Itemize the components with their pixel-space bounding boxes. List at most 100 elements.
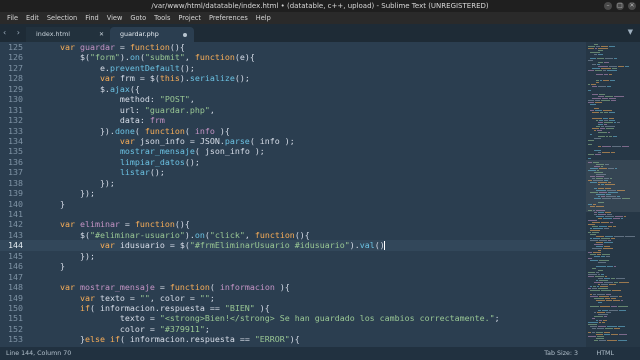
minimap-stroke [594,108,599,109]
minimap-stroke [592,128,599,129]
code-line[interactable]: 149 var texto = "", color = ""; [0,293,586,303]
code-token: var [40,219,80,230]
code-line[interactable]: 142 var eliminar = function(){ [0,219,586,229]
close-window-button[interactable]: ✕ [628,2,636,10]
code-token: preventDefault [109,62,180,73]
minimap-stroke [603,248,613,249]
code-line[interactable]: 146 } [0,261,586,271]
minimap-stroke [598,196,600,197]
line-number: 133 [8,125,23,136]
code-text: var guardar = function(){ [40,42,185,52]
minimap-stroke [598,218,602,219]
code-line[interactable]: 132 data: frm [0,115,586,125]
code-text: }).done( function( info ){ [40,126,230,136]
code-line[interactable]: 145 }); [0,251,586,261]
code-line[interactable]: 150 if( informacion.respuesta == "BIEN" … [0,303,586,313]
menu-edit[interactable]: Edit [22,12,43,24]
code-line[interactable]: 129 $.ajax({ [0,84,586,94]
minimap-stroke [596,178,603,179]
tab-list-dropdown-icon[interactable]: ▼ [628,28,633,36]
minimap-stroke [588,140,594,141]
code-line[interactable]: 126 $("form").on("submit", function(e){ [0,52,586,62]
syntax-selector[interactable]: HTML [596,347,614,360]
code-line[interactable]: 133 }).done( function( info ){ [0,126,586,136]
code-line[interactable]: 131 url: "guardar.php", [0,105,586,115]
tab-index-html[interactable]: index.html ✕ [26,27,110,42]
tab-guardar-php[interactable]: guardar.php [110,27,194,42]
minimap-stroke [604,228,609,229]
minimap-stroke [599,320,602,321]
code-line[interactable]: 143 $("#eliminar-usuario").on("click", f… [0,230,586,240]
minimap-stroke [612,198,621,199]
minimap[interactable] [586,42,640,347]
code-line[interactable]: 151 texto = "<strong>Bien!</strong> Se h… [0,313,586,323]
code-line[interactable]: 134 var json_info = JSON.parse( info ); [0,136,586,146]
minimap-stroke [614,236,624,237]
unsaved-dot-icon[interactable] [183,33,187,37]
code-token: val [359,240,375,251]
minimap-stroke [615,216,623,217]
code-line[interactable]: 141 [0,209,586,219]
line-number: 130 [8,94,23,105]
menu-find[interactable]: Find [81,12,103,24]
menu-preferences[interactable]: Preferences [205,12,252,24]
code-line[interactable]: 139 }); [0,188,586,198]
menu-goto[interactable]: Goto [126,12,150,24]
code-token: var [40,42,80,52]
minimap-stroke [597,170,599,171]
minimap-stroke [588,162,592,163]
code-token: "ERROR" [254,334,290,345]
code-token: mostrar_mensaje [119,146,195,157]
code-line[interactable]: 138 }); [0,178,586,188]
code-token: guardar [79,42,115,52]
line-number: 137 [8,167,23,178]
code-line[interactable]: 130 method: "POST", [0,94,586,104]
menu-selection[interactable]: Selection [43,12,81,24]
code-line[interactable]: 147 [0,272,586,282]
maximize-button[interactable]: □ [616,2,624,10]
menu-tools[interactable]: Tools [150,12,174,24]
code-text: listar(); [40,167,165,177]
close-tab-icon[interactable]: ✕ [99,27,104,42]
code-editor[interactable]: 125 var guardar = function(){126 $("form… [0,42,586,347]
code-text: }); [40,188,95,198]
code-line[interactable]: 127 e.preventDefault(); [0,63,586,73]
tab-size-selector[interactable]: Tab Size: 3 [544,347,578,360]
minimap-stroke [588,258,592,259]
line-number: 127 [8,62,23,73]
code-line[interactable]: 128 var frm = $(this).serialize(); [0,73,586,83]
minimap-stroke [604,62,609,63]
minimap-stroke [601,46,608,47]
minimap-stroke [595,102,602,103]
menu-project[interactable]: Project [174,12,205,24]
minimap-stroke [588,272,595,273]
menu-file[interactable]: File [3,12,22,24]
menu-help[interactable]: Help [252,12,275,24]
code-token: ). [119,52,130,63]
tab-navigation-arrows[interactable]: ‹ › [3,28,24,37]
code-line[interactable]: 153 }else if( informacion.respuesta == "… [0,334,586,344]
code-line[interactable]: 135 mostrar_mensaje( json_info ); [0,146,586,156]
minimap-stroke [613,218,620,219]
minimap-stroke [588,288,591,289]
minimap-stroke [617,122,620,123]
minimap-stroke [605,328,613,329]
code-line[interactable]: 125 var guardar = function(){ [0,42,586,52]
minimap-stroke [600,306,610,307]
menu-view[interactable]: View [103,12,127,24]
minimap-stroke [602,198,611,199]
minimize-button[interactable]: – [604,2,612,10]
code-line[interactable]: 144 var idusuario = $("#frmEliminarUsuar… [0,240,586,251]
minimap-stroke [610,80,615,81]
code-line[interactable]: 140 } [0,199,586,209]
code-line[interactable]: 152 color = "#379911"; [0,324,586,334]
code-line[interactable]: 136 limpiar_datos(); [0,157,586,167]
minimap-stroke [594,298,604,299]
minimap-stroke [602,322,605,323]
minimap-stroke [601,68,611,69]
minimap-stroke [601,256,605,257]
code-line[interactable]: 148 var mostrar_mensaje = function( info… [0,282,586,292]
minimap-stroke [625,66,629,67]
code-line[interactable]: 137 listar(); [0,167,586,177]
